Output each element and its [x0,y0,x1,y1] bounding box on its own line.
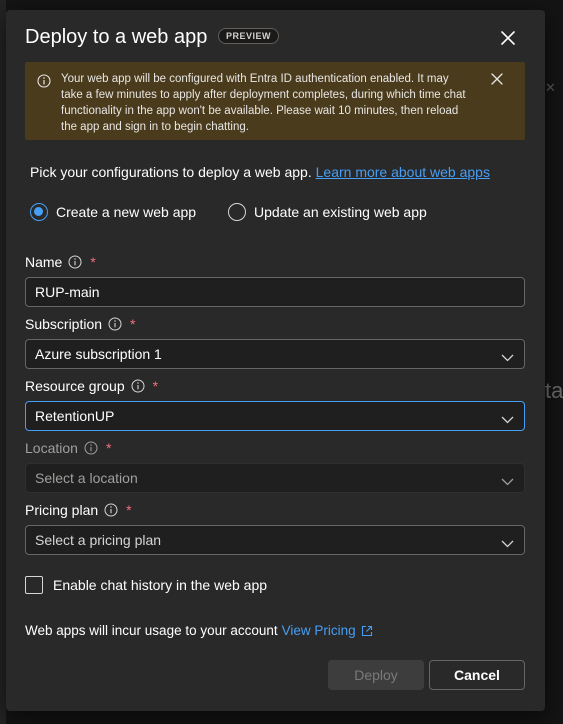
resource-group-label-text: Resource group [25,378,125,394]
name-input[interactable]: RUP-main [25,277,525,307]
warning-text: Your web app will be configured with Ent… [61,73,466,133]
radio-button-checked[interactable] [30,203,48,221]
chevron-down-icon [501,411,514,427]
radio-create-label: Create a new web app [56,204,197,220]
subscription-label: Subscription * [25,316,136,332]
pricing-plan-label-text: Pricing plan [25,502,99,518]
name-input-value: RUP-main [35,284,100,300]
info-icon[interactable] [84,441,98,455]
location-placeholder: Select a location [35,470,138,486]
info-icon[interactable] [68,255,82,269]
warning-close-button[interactable] [491,72,503,90]
resource-group-dropdown[interactable]: RetentionUP [25,401,525,431]
radio-button-unchecked[interactable] [228,203,246,221]
name-label-text: Name [25,254,63,270]
background-close-icon: ✕ [545,80,556,95]
chat-history-label: Enable chat history in the web app [53,577,268,593]
usage-text: Web apps will incur usage to your accoun… [25,623,278,638]
required-marker: * [126,502,132,518]
learn-more-link[interactable]: Learn more about web apps [316,164,490,180]
radio-create-new[interactable]: Create a new web app [30,203,196,221]
resource-group-value: RetentionUP [35,408,115,424]
subscription-label-text: Subscription [25,316,103,332]
name-label: Name * [25,254,96,270]
chevron-down-icon [501,473,514,489]
background-text-fragment: ta [545,378,563,403]
deploy-button[interactable]: Deploy [328,660,424,690]
pricing-plan-placeholder: Select a pricing plan [35,532,162,548]
pricing-plan-dropdown[interactable]: Select a pricing plan [25,525,525,555]
subscription-value: Azure subscription 1 [35,346,162,362]
required-marker: * [90,254,96,270]
view-pricing-link[interactable]: View Pricing [282,623,356,638]
cancel-button[interactable]: Cancel [429,660,525,690]
external-link-icon[interactable] [361,625,373,637]
warning-message-bar: Your web app will be configured with Ent… [25,62,525,140]
info-icon[interactable] [104,503,118,517]
close-icon [491,73,503,85]
intro-label: Pick your configurations to deploy a web… [30,164,312,180]
info-icon [37,74,51,93]
location-label: Location * [25,440,111,456]
location-dropdown[interactable]: Select a location [25,463,525,493]
chat-history-checkbox[interactable] [25,576,43,594]
radio-update-label: Update an existing web app [254,204,427,220]
info-icon[interactable] [108,317,122,331]
dialog-close-button[interactable] [496,26,520,50]
chevron-down-icon [501,535,514,551]
subscription-dropdown[interactable]: Azure subscription 1 [25,339,525,369]
close-icon [501,31,515,45]
dialog-title: Deploy to a web app [25,26,208,48]
chat-history-checkbox-row[interactable]: Enable chat history in the web app [25,576,267,594]
required-marker: * [105,440,112,456]
chevron-down-icon [501,349,514,365]
intro-text: Pick your configurations to deploy a web… [30,164,490,180]
required-marker: * [130,316,136,332]
radio-update-existing[interactable]: Update an existing web app [228,203,427,221]
preview-badge: PREVIEW [218,28,280,44]
required-marker: * [152,378,159,394]
location-label-text: Location [25,440,78,456]
info-icon[interactable] [131,379,145,393]
deploy-dialog: Deploy to a web app PREVIEW Your web app… [6,10,545,711]
resource-group-label: Resource group * [25,378,158,394]
pricing-plan-label: Pricing plan * [25,502,132,518]
usage-notice: Web apps will incur usage to your accoun… [25,623,373,638]
